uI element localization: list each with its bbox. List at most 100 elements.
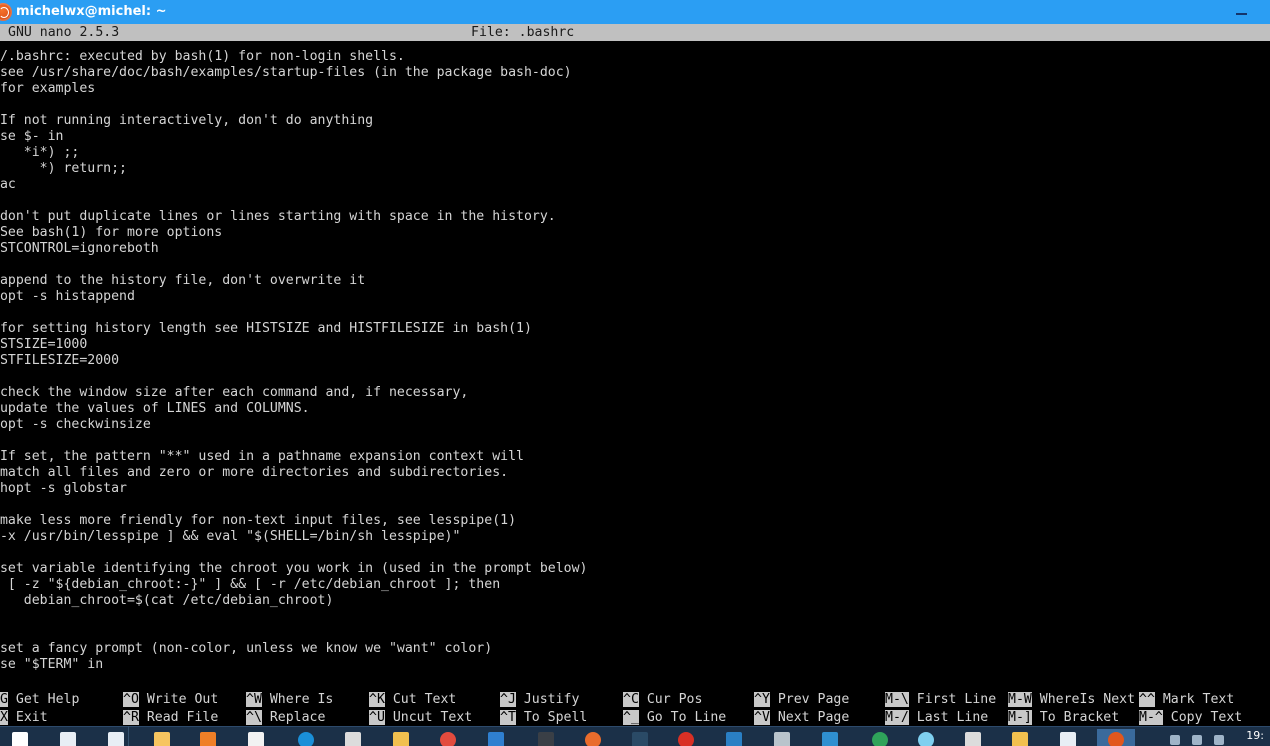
shortcut-key: X — [0, 710, 8, 725]
shortcut-first-line[interactable]: M-\ First Line — [885, 692, 996, 708]
internet-explorer-icon[interactable] — [918, 732, 934, 746]
editor-line: ISTFILESIZE=2000 — [0, 353, 120, 368]
editor-line: *) return;; — [0, 161, 127, 176]
dropbox-icon[interactable] — [872, 732, 888, 746]
shortcut-key: ^W — [246, 692, 262, 707]
shortcut-key: ^C — [623, 692, 639, 707]
start-button-icon[interactable] — [12, 732, 28, 746]
task-view-icon[interactable] — [108, 732, 124, 746]
editor-line: set a fancy prompt (non-color, unless we… — [0, 641, 493, 656]
steam-icon[interactable] — [632, 732, 648, 746]
shortcut-copy-text[interactable]: M-^ Copy Text — [1139, 710, 1242, 726]
shortcut-justify[interactable]: ^J Justify — [500, 692, 579, 708]
shortcut-where-is[interactable]: ^W Where Is — [246, 692, 333, 708]
nano-editor-text[interactable]: ~/.bashrc: executed by bash(1) for non-l… — [0, 49, 1270, 689]
news-icon[interactable] — [822, 732, 838, 746]
shortcut-whereis-next[interactable]: M-W WhereIs Next — [1008, 692, 1135, 708]
folder-sync-icon[interactable] — [1012, 732, 1028, 746]
shortcut-uncut-text[interactable]: ^U Uncut Text — [369, 710, 472, 726]
store-icon[interactable] — [248, 732, 264, 746]
editor-line: for setting history length see HISTSIZE … — [0, 321, 532, 336]
editor-line: debian_chroot=$(cat /etc/debian_chroot) — [0, 593, 334, 608]
window-title: michelwx@michel: ~ — [16, 4, 167, 19]
window-titlebar[interactable]: michelwx@michel: ~ — [0, 0, 1270, 24]
search-icon[interactable] — [60, 732, 76, 746]
shortcut-cut-text[interactable]: ^K Cut Text — [369, 692, 456, 708]
shortcut-cur-pos[interactable]: ^C Cur Pos — [623, 692, 702, 708]
shortcut-row-1: G Get Help ^O Write Out ^W Where Is ^K Cut … — [0, 692, 1270, 708]
terminal-icon[interactable] — [345, 732, 361, 746]
shortcut-label: Go To Line — [638, 710, 727, 725]
shortcut-exit[interactable]: X Exit — [0, 710, 48, 726]
chrome-canary-icon[interactable] — [440, 732, 456, 746]
shortcut-key: M-^ — [1139, 710, 1163, 725]
nano-shortcut-bar: G Get Help ^O Write Out ^W Where Is ^K Cut … — [0, 692, 1270, 726]
editor-line: i — [0, 609, 1270, 625]
shortcut-label: Get Help — [7, 692, 80, 707]
shortcut-key: ^O — [123, 692, 139, 707]
shortcut-go-to-line[interactable]: ^_ Go To Line — [623, 710, 726, 726]
ubuntu-terminal-icon[interactable] — [1108, 732, 1124, 746]
shortcut-label: Justify — [515, 692, 580, 707]
editor-line: ase $- in — [0, 129, 64, 144]
editor-line: ase "$TERM" in — [0, 657, 104, 672]
minimize-button[interactable] — [1226, 0, 1256, 24]
photos-icon[interactable] — [774, 732, 790, 746]
editor-line: set variable identifying the chroot you … — [0, 561, 588, 576]
taskbar-separator — [128, 726, 129, 746]
shortcut-key: ^V — [754, 710, 770, 725]
thunderbird-icon[interactable] — [726, 732, 742, 746]
shortcut-label: Cur Pos — [638, 692, 703, 707]
shortcut-label: To Bracket — [1031, 710, 1120, 725]
file-explorer-icon[interactable] — [154, 732, 170, 746]
editor-line: ISTCONTROL=ignoreboth — [0, 241, 159, 256]
dark-app-icon[interactable] — [538, 732, 554, 746]
shortcut-to-bracket[interactable]: M-] To Bracket — [1008, 710, 1119, 726]
windows-taskbar[interactable]: 19: — [0, 726, 1270, 746]
tray-network-icon[interactable] — [1192, 735, 1202, 745]
nano-header-bar: GNU nano 2.5.3 File: .bashrc — [0, 24, 1270, 41]
folder-icon[interactable] — [393, 732, 409, 746]
editor-line: -x /usr/bin/lesspipe ] && eval "$(SHELL=… — [0, 529, 461, 544]
shortcut-mark-text[interactable]: ^^ Mark Text — [1139, 692, 1234, 708]
notepad-icon[interactable] — [965, 732, 981, 746]
shortcut-label: Prev Page — [769, 692, 850, 707]
authenticator-icon[interactable] — [488, 732, 504, 746]
edge-icon[interactable] — [298, 732, 314, 746]
shortcut-label: Next Page — [769, 710, 850, 725]
xshell-icon[interactable] — [1060, 732, 1076, 746]
firefox-icon[interactable] — [585, 732, 601, 746]
nano-version-label: GNU nano 2.5.3 — [8, 25, 120, 40]
tray-volume-icon[interactable] — [1214, 735, 1224, 745]
shortcut-label: Copy Text — [1162, 710, 1243, 725]
shortcut-last-line[interactable]: M-/ Last Line — [885, 710, 988, 726]
tray-arrow-icon[interactable] — [1170, 735, 1180, 745]
chrome-icon[interactable] — [678, 732, 694, 746]
shortcut-key: ^R — [123, 710, 139, 725]
shortcut-read-file[interactable]: ^R Read File — [123, 710, 218, 726]
shortcut-prev-page[interactable]: ^Y Prev Page — [754, 692, 849, 708]
shortcut-key: ^U — [369, 710, 385, 725]
shortcut-next-page[interactable]: ^V Next Page — [754, 710, 849, 726]
shortcut-write-out[interactable]: ^O Write Out — [123, 692, 218, 708]
shortcut-key: M-\ — [885, 692, 909, 707]
editor-line: If set, the pattern "**" used in a pathn… — [0, 449, 524, 464]
editor-line: See bash(1) for more options — [0, 225, 223, 240]
shortcut-key: ^^ — [1139, 692, 1155, 707]
shortcut-to-spell[interactable]: ^T To Spell — [500, 710, 587, 726]
shortcut-label: Last Line — [908, 710, 989, 725]
shortcut-key: ^K — [369, 692, 385, 707]
vlc-icon[interactable] — [200, 732, 216, 746]
shortcut-row-2: X Exit ^R Read File ^\ Replace ^U Uncut Tex… — [0, 710, 1270, 726]
shortcut-replace[interactable]: ^\ Replace — [246, 710, 325, 726]
shortcut-get-help[interactable]: G Get Help — [0, 692, 79, 708]
desktop-screen: michelwx@michel: ~ GNU nano 2.5.3 File: … — [0, 0, 1270, 746]
editor-line: f [ -z "${debian_chroot:-}" ] && [ -r /e… — [0, 577, 501, 592]
editor-line: If not running interactively, don't do a… — [0, 113, 374, 128]
taskbar-clock[interactable]: 19: — [1246, 729, 1264, 742]
editor-line: match all files and zero or more directo… — [0, 465, 509, 480]
